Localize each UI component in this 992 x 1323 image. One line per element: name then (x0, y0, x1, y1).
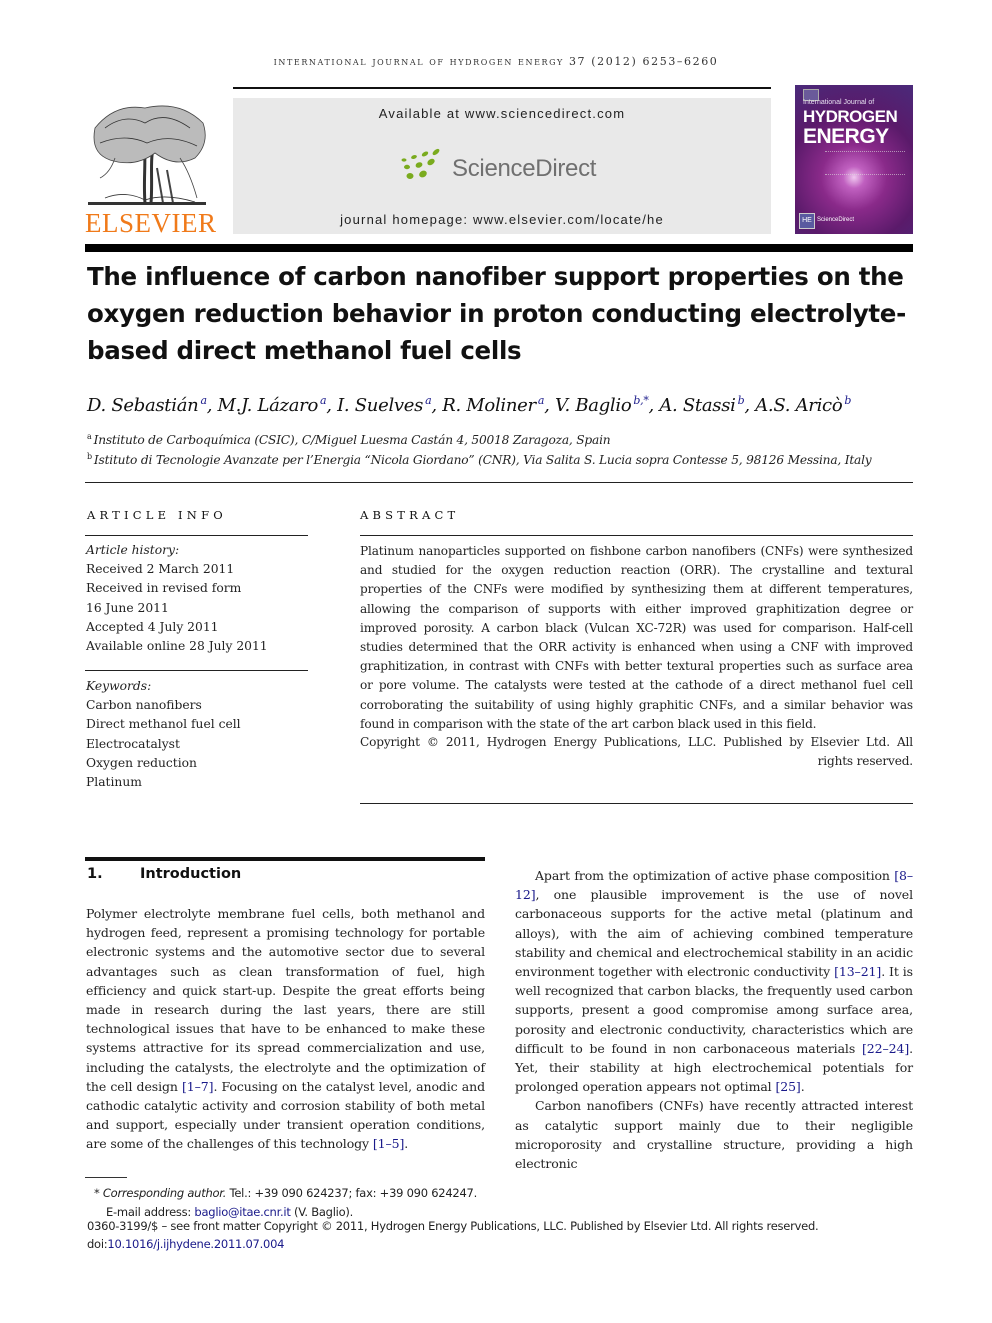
corresponding-author-note: * Corresponding author. Tel.: +39 090 62… (94, 1186, 477, 1200)
paragraph: Carbon nanofibers (CNFs) have recently a… (515, 1098, 913, 1172)
body-column-right: Apart from the optimization of active ph… (515, 866, 913, 1173)
author[interactable]: A.S. Aricò b (755, 394, 851, 416)
keyword: Direct methanol fuel cell (86, 717, 241, 732)
paragraph: Polymer electrolyte membrane fuel cells,… (86, 904, 485, 1154)
affiliation-text: Istituto di Tecnologie Avanzate per l’En… (93, 453, 872, 468)
sciencedirect-brand: ScienceDirect (452, 155, 597, 182)
affiliation-divider (85, 482, 913, 483)
history-item: Available online 28 July 2011 (86, 639, 268, 654)
cover-small-title: International Journal of (803, 99, 875, 106)
abstract-heading: ABSTRACT (360, 508, 460, 522)
paragraph: Apart from the optimization of active ph… (515, 866, 913, 1096)
doi-label: doi: (87, 1237, 108, 1251)
section-title: Introduction (140, 866, 242, 882)
author-affiliation-marker[interactable]: a (538, 394, 545, 407)
keywords: Keywords: Carbon nanofibers Direct metha… (86, 677, 316, 792)
author-affiliation-marker[interactable]: a (320, 394, 327, 407)
cover-sciencedirect-mark: ScienceDirect (817, 217, 855, 223)
text-run: Polymer electrolyte membrane fuel cells,… (86, 906, 485, 1094)
section-rule (85, 857, 485, 861)
history-item: Received 2 March 2011 (86, 562, 235, 577)
available-at-link[interactable]: Available at www.sciencedirect.com (233, 106, 771, 121)
journal-homepage-link[interactable]: journal homepage: www.elsevier.com/locat… (233, 212, 771, 227)
author[interactable]: M.J. Lázaro a (218, 394, 327, 416)
author-affiliation-marker[interactable]: b,* (633, 394, 648, 407)
citation-link[interactable]: [1–7] (182, 1079, 214, 1094)
affiliation: b Istituto di Tecnologie Avanzate per l’E… (87, 452, 872, 467)
author-affiliation-marker[interactable]: a (425, 394, 432, 407)
cover-he-badge: HE (799, 213, 815, 229)
footnote-label: Corresponding author. (102, 1186, 227, 1200)
doi-note: doi:10.1016/j.ijhydene.2011.07.004 (87, 1237, 284, 1251)
elsevier-wordmark: ELSEVIER (85, 208, 217, 238)
footnote-mark: * (94, 1186, 100, 1200)
keywords-label: Keywords: (86, 679, 152, 693)
affiliation: a Instituto de Carboquímica (CSIC), C/Mig… (87, 432, 611, 448)
author[interactable]: D. Sebastián a (87, 394, 207, 416)
keyword: Carbon nanofibers (86, 698, 202, 713)
citation-link[interactable]: [22–24] (862, 1041, 909, 1056)
author[interactable]: A. Stassi b (659, 394, 745, 416)
email-note: E-mail address: baglio@itae.cnr.it (V. B… (106, 1205, 353, 1219)
abstract-divider (360, 535, 913, 536)
email-label: E-mail address: (106, 1205, 195, 1219)
author[interactable]: R. Moliner a (442, 394, 545, 416)
affiliation-text: Instituto de Carboquímica (CSIC), C/Migu… (93, 433, 611, 448)
text-run: Apart from the optimization of active ph… (535, 868, 895, 883)
banner-top-rule (233, 87, 771, 89)
keyword: Oxygen reduction (86, 755, 197, 770)
author-affiliation-marker[interactable]: a (200, 394, 207, 407)
article-info-heading: ARTICLE INFO (87, 508, 227, 522)
keyword: Electrocatalyst (86, 736, 180, 751)
cover-editors-block (825, 151, 905, 175)
email-owner: (V. Baglio). (290, 1205, 354, 1219)
journal-cover-image: International Journal of HYDROGEN ENERGY… (795, 85, 913, 234)
abstract-body: Platinum nanoparticles supported on fish… (360, 544, 913, 731)
text-run: . (800, 1079, 805, 1095)
section-number: 1. (87, 866, 103, 882)
author[interactable]: I. Suelves a (337, 394, 432, 416)
affiliation-label: a (87, 432, 92, 441)
author-list: D. Sebastián a, M.J. Lázaro a, I. Suelves a… (87, 394, 852, 416)
citation-link[interactable]: [13–21] (834, 964, 881, 979)
cover-title-line2: ENERGY (803, 125, 889, 148)
author-affiliation-marker[interactable]: b (738, 394, 745, 407)
header-divider (85, 244, 913, 252)
article-history: Article history: Received 2 March 2011 R… (86, 541, 316, 656)
abstract-copyright: Copyright © 2011, Hydrogen Energy Public… (360, 735, 913, 769)
cover-title-line1: HYDROGEN (803, 107, 898, 126)
text-run: . (404, 1136, 409, 1152)
keywords-divider (85, 670, 308, 671)
history-item: Received in revised form (86, 581, 242, 596)
affiliation-label: b (87, 452, 92, 461)
doi-link[interactable]: 10.1016/j.ijhydene.2011.07.004 (107, 1237, 284, 1251)
history-item: Accepted 4 July 2011 (86, 619, 219, 634)
citation-link[interactable]: [25] (775, 1079, 800, 1094)
running-head: International Journal of Hydrogen Energy… (273, 55, 719, 68)
author-affiliation-marker[interactable]: b (844, 394, 851, 407)
history-item: 16 June 2011 (86, 600, 169, 615)
article-info-divider (85, 535, 308, 536)
author[interactable]: V. Baglio b,* (555, 394, 649, 416)
footnote-rule (85, 1177, 127, 1178)
citation-link[interactable]: [1–5] (373, 1136, 405, 1151)
article-history-label: Article history: (86, 543, 180, 557)
body-column-left: Polymer electrolyte membrane fuel cells,… (86, 904, 485, 1154)
article-title: The influence of carbon nanofiber suppor… (87, 262, 906, 365)
email-link[interactable]: baglio@itae.cnr.it (194, 1205, 290, 1219)
section-heading-introduction: 1. Introduction (87, 866, 241, 882)
abstract-bottom-divider (360, 803, 913, 804)
keyword: Platinum (86, 775, 142, 790)
front-matter-note: 0360-3199/$ – see front matter Copyright… (87, 1219, 819, 1233)
contact-info: Tel.: +39 090 624237; fax: +39 090 62424… (226, 1186, 478, 1200)
